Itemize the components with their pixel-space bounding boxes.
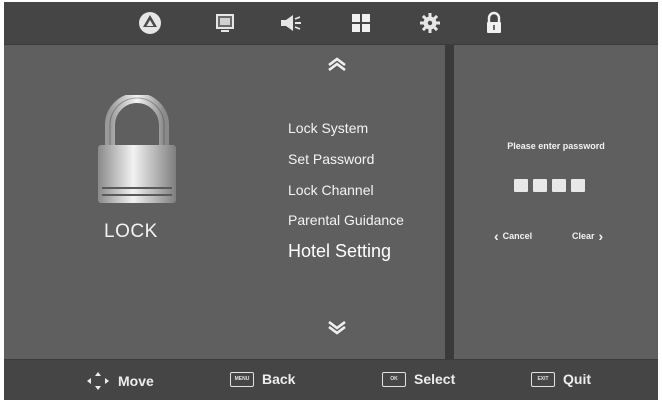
menu-item-set-password[interactable]: Set Password	[288, 151, 374, 167]
padlock-icon	[98, 95, 176, 203]
move-hint: Move	[86, 371, 154, 391]
menu-item-lock-system[interactable]: Lock System	[288, 120, 368, 136]
dpad-arrows-icon	[87, 372, 109, 390]
gear-icon	[420, 13, 440, 33]
tv-menu-screen: LOCK Lock System Set Password Lock Chann…	[4, 2, 658, 400]
padlock-icon	[487, 11, 501, 33]
password-panel: Please enter password ‹ Cancel Clear ›	[454, 45, 658, 359]
ok-key-icon: OK	[382, 371, 406, 387]
picture-tab[interactable]	[134, 7, 166, 39]
password-digit	[514, 179, 528, 192]
clear-label: Clear	[572, 231, 595, 241]
cancel-label: Cancel	[502, 231, 533, 241]
clear-button[interactable]: Clear ›	[572, 227, 604, 244]
grid-icon	[352, 14, 370, 32]
triangle-circle-icon	[139, 12, 161, 34]
menu-item-lock-channel[interactable]: Lock Channel	[288, 182, 374, 198]
channel-tab[interactable]	[209, 7, 241, 39]
password-digit	[571, 179, 585, 192]
menu-key-icon: MENU	[230, 371, 254, 387]
password-prompt: Please enter password	[507, 141, 605, 151]
quit-hint: EXIT Quit	[531, 371, 591, 387]
scroll-up-icon[interactable]	[322, 55, 352, 73]
top-menu-bar	[4, 2, 658, 45]
sound-tab[interactable]	[275, 7, 307, 39]
back-hint: MENU Back	[230, 371, 295, 387]
select-hint: OK Select	[382, 371, 455, 387]
page-title: LOCK	[104, 221, 158, 242]
speaker-icon	[281, 15, 301, 31]
password-digit	[552, 179, 566, 192]
panel-divider	[445, 45, 454, 359]
menu-panel: LOCK Lock System Set Password Lock Chann…	[4, 45, 445, 359]
footer-hints: Move MENU Back OK Select EXIT Quit	[4, 359, 658, 400]
select-label: Select	[414, 371, 456, 387]
chevron-left-icon: ‹	[494, 227, 499, 244]
quit-label: Quit	[563, 371, 591, 387]
menu-item-hotel-setting[interactable]: Hotel Setting	[288, 241, 391, 262]
lock-tab[interactable]	[478, 7, 510, 39]
password-digit	[533, 179, 547, 192]
cancel-button[interactable]: ‹ Cancel	[494, 227, 533, 244]
time-tab[interactable]	[345, 7, 377, 39]
scroll-down-icon[interactable]	[322, 319, 352, 337]
monitor-icon	[216, 14, 234, 32]
setup-tab[interactable]	[414, 7, 446, 39]
back-label: Back	[262, 371, 296, 387]
move-label: Move	[118, 373, 154, 389]
exit-key-icon: EXIT	[531, 371, 555, 387]
chevron-right-icon: ›	[598, 227, 604, 244]
password-input[interactable]	[514, 179, 585, 192]
menu-item-parental-guidance[interactable]: Parental Guidance	[288, 212, 404, 228]
